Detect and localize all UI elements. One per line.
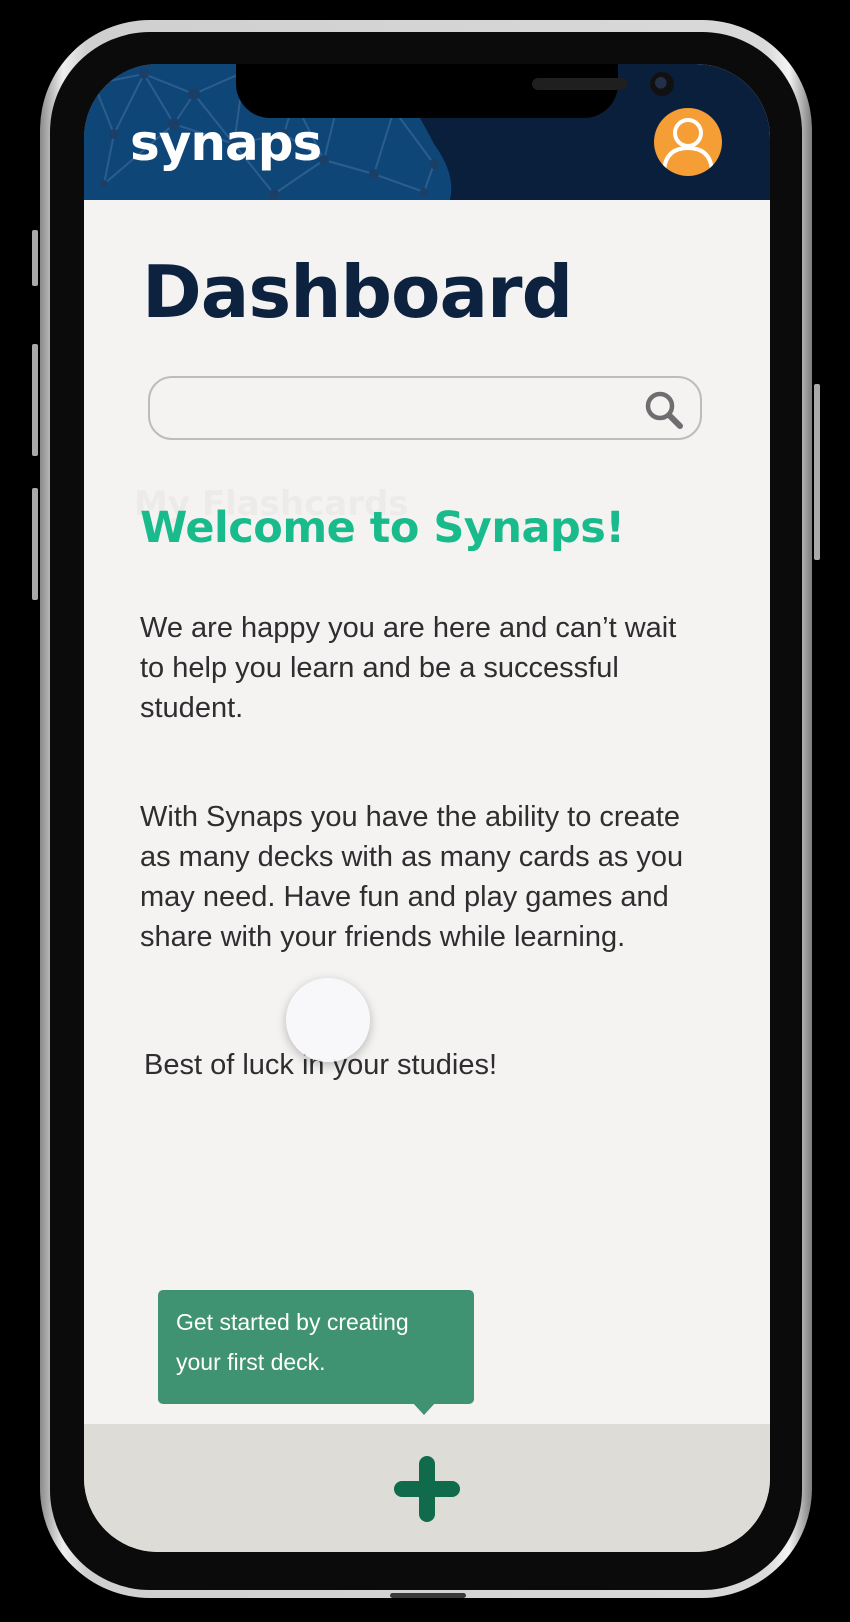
- add-deck-button[interactable]: [394, 1456, 460, 1522]
- synaps-logo: synaps: [130, 114, 322, 172]
- search-bar[interactable]: [148, 376, 702, 440]
- welcome-paragraph-2: With Synaps you have the ability to crea…: [140, 801, 684, 953]
- page-title: Dashboard: [142, 250, 573, 334]
- phone-speaker: [532, 78, 628, 90]
- plus-icon: [394, 1456, 460, 1522]
- phone-notch: [236, 64, 674, 118]
- phone-mute-switch: [32, 230, 38, 286]
- tooltip-text: Get started by creating your first deck.: [176, 1309, 409, 1375]
- phone-volume-down-button: [32, 488, 38, 600]
- welcome-paragraph-3: Best of luck in your studies!: [144, 1049, 497, 1081]
- welcome-heading: Welcome to Synaps!: [140, 503, 625, 553]
- touch-indicator: [286, 978, 370, 1062]
- search-input[interactable]: [166, 386, 650, 432]
- user-profile-icon[interactable]: [654, 108, 722, 176]
- phone-volume-up-button: [32, 344, 38, 456]
- phone-power-button: [814, 384, 820, 560]
- front-camera: [650, 72, 674, 96]
- app-screen: synaps Dashboard My Flashcards Welcome t…: [84, 64, 770, 1552]
- onboarding-tooltip: Get started by creating your first deck.: [158, 1290, 474, 1415]
- bottom-bar: [84, 1424, 770, 1552]
- home-indicator: [390, 1593, 466, 1598]
- welcome-paragraph-1: We are happy you are here and can’t wait…: [140, 612, 677, 724]
- tooltip-arrow: [412, 1402, 436, 1415]
- search-icon[interactable]: [644, 390, 684, 430]
